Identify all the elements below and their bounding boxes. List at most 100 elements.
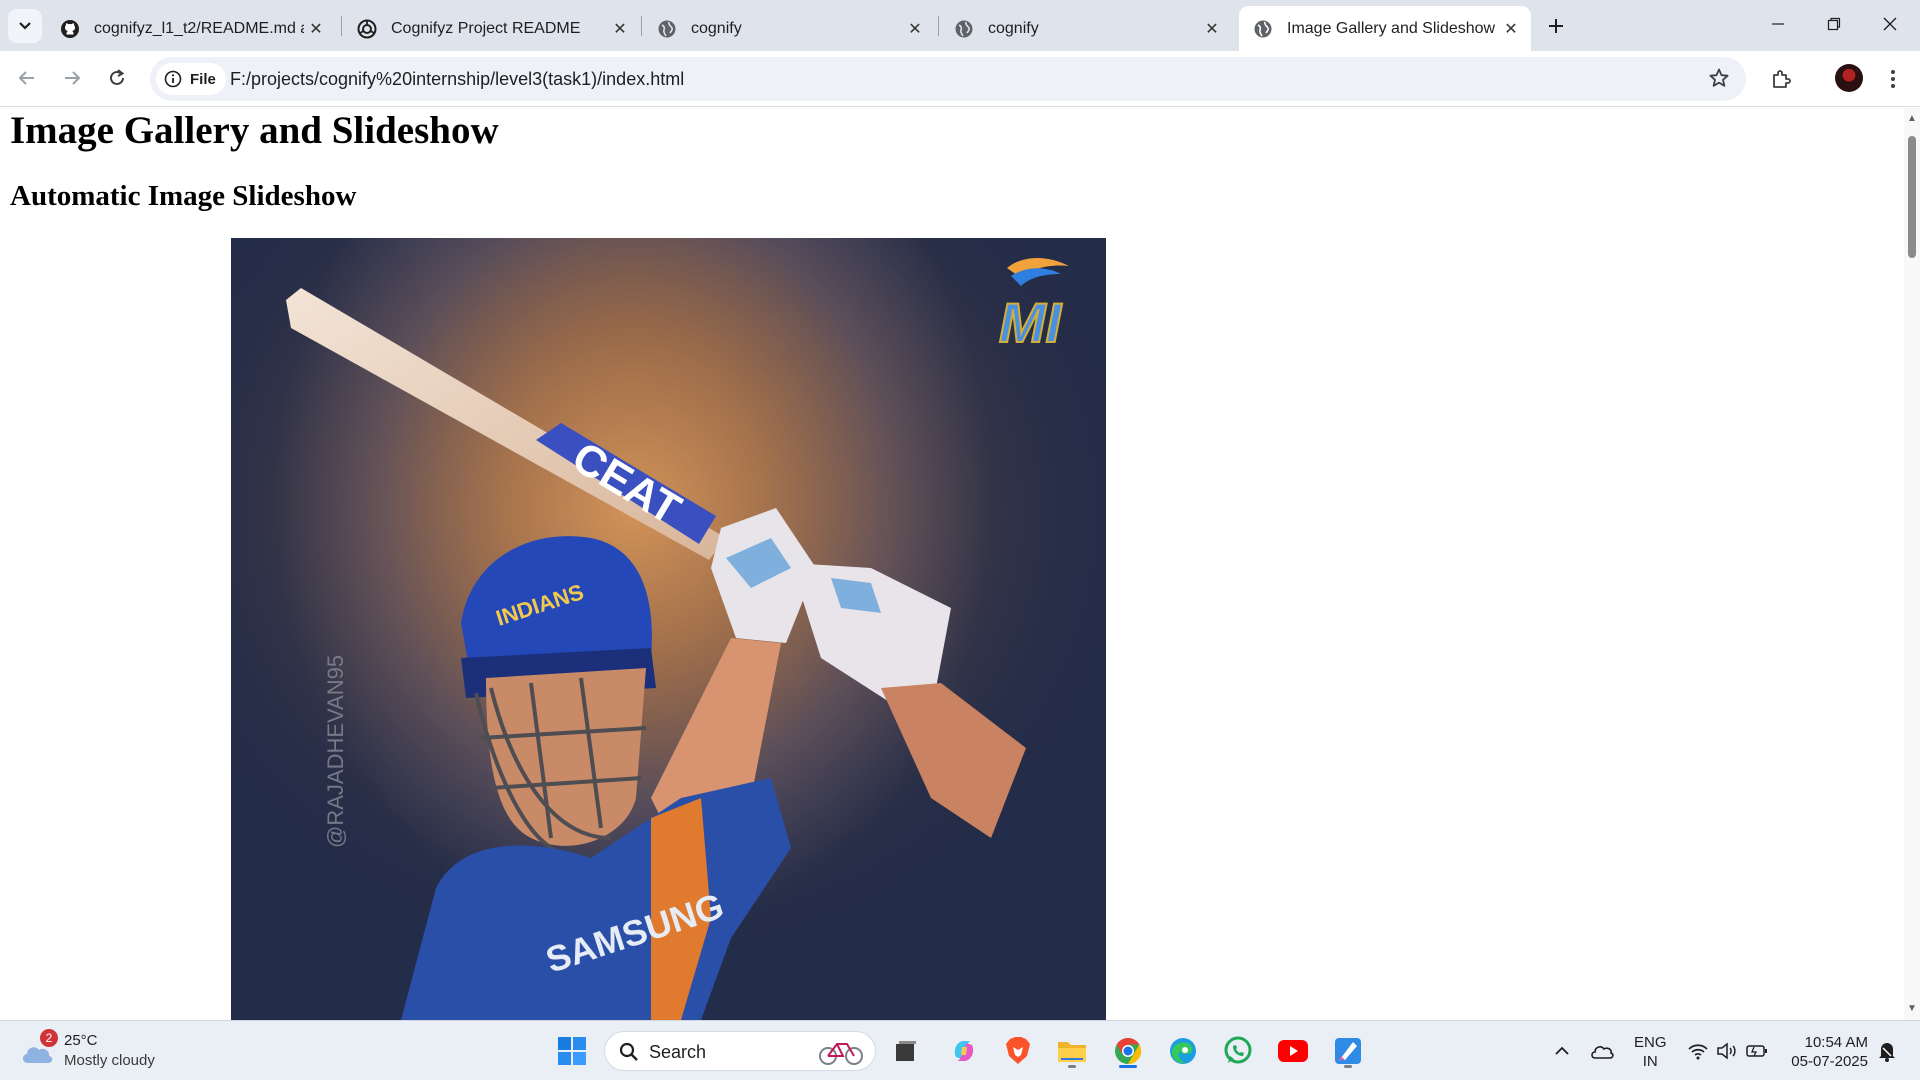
info-icon — [164, 70, 182, 88]
page-scrollbar[interactable]: ▲ ▼ — [1904, 108, 1920, 1020]
tab-cognify-1[interactable]: cognify ✕ — [643, 6, 935, 51]
tab-cognifyz-readme[interactable]: Cognifyz Project README ✕ — [343, 6, 640, 51]
youtube-icon — [1278, 1040, 1308, 1062]
tab-divider — [641, 16, 642, 36]
address-bar[interactable]: File F:/projects/cognify%20internship/le… — [150, 57, 1746, 101]
wifi-icon[interactable] — [1685, 1031, 1711, 1071]
file-explorer-button[interactable] — [1052, 1031, 1092, 1071]
profile-avatar[interactable] — [1835, 64, 1863, 92]
forward-button[interactable] — [54, 60, 90, 96]
globe-icon — [1253, 19, 1273, 39]
tab-title: cognifyz_l1_t2/README.md at m — [94, 19, 304, 37]
reload-icon — [110, 69, 125, 85]
onedrive-tray-icon[interactable] — [1588, 1031, 1616, 1071]
url-text[interactable]: F:/projects/cognify%20internship/level3(… — [230, 69, 684, 90]
windows-icon — [558, 1037, 586, 1065]
chevron-down-icon — [19, 22, 31, 30]
tab-github-readme[interactable]: cognifyz_l1_t2/README.md at m ✕ — [46, 6, 336, 51]
new-tab-button[interactable] — [1541, 11, 1571, 41]
page-viewport: Image Gallery and Slideshow Automatic Im… — [0, 108, 1904, 1020]
team-logo: MI — [999, 291, 1063, 354]
taskbar: 2 25°C Mostly cloudy Search ENG IN 10:54… — [0, 1020, 1920, 1080]
weather-widget[interactable]: 2 25°C Mostly cloudy — [20, 1029, 170, 1073]
weather-temperature: 25°C — [64, 1032, 98, 1049]
tab-cognify-2[interactable]: cognify ✕ — [940, 6, 1232, 51]
scroll-down-icon[interactable]: ▼ — [1907, 1004, 1917, 1014]
active-app-indicator — [1119, 1065, 1137, 1068]
tab-divider — [341, 16, 342, 36]
close-tab-icon[interactable]: ✕ — [608, 17, 632, 41]
whatsapp-button[interactable] — [1218, 1031, 1258, 1071]
notification-bell-icon[interactable] — [1874, 1031, 1900, 1071]
clock-date: 05-07-2025 — [1791, 1053, 1868, 1070]
youtube-button[interactable] — [1273, 1031, 1313, 1071]
chrome-button[interactable] — [1108, 1031, 1148, 1071]
back-button[interactable] — [9, 60, 45, 96]
scrollbar-thumb[interactable] — [1908, 136, 1916, 258]
site-info-chip[interactable]: File — [156, 63, 226, 95]
system-clock[interactable]: 10:54 AM 05-07-2025 — [1778, 1033, 1868, 1071]
section-heading: Automatic Image Slideshow — [10, 180, 357, 212]
globe-icon — [954, 19, 974, 39]
whatsapp-icon — [1224, 1036, 1252, 1064]
extensions-button[interactable] — [1763, 61, 1799, 97]
globe-icon — [657, 19, 677, 39]
minimize-icon — [1772, 23, 1784, 25]
chrome-icon — [1115, 1037, 1142, 1065]
puzzle-icon — [1773, 70, 1791, 88]
bookmark-star-icon[interactable] — [1708, 67, 1732, 91]
tab-divider — [938, 16, 939, 36]
scroll-up-icon[interactable]: ▲ — [1907, 114, 1917, 124]
tab-title: Cognifyz Project README — [391, 19, 581, 37]
paint-icon — [1335, 1038, 1361, 1064]
running-indicator — [1068, 1065, 1076, 1068]
language-indicator[interactable]: ENG IN — [1634, 1033, 1667, 1071]
edge-button[interactable] — [1163, 1031, 1203, 1071]
close-tab-icon[interactable]: ✕ — [1200, 17, 1224, 41]
tab-search-button[interactable] — [8, 9, 42, 43]
task-view-button[interactable] — [886, 1031, 926, 1071]
bicycle-icon — [819, 1043, 863, 1065]
chevron-up-icon — [1555, 1046, 1569, 1055]
reload-button[interactable] — [99, 60, 135, 96]
close-window-button[interactable] — [1862, 0, 1918, 48]
page-title: Image Gallery and Slideshow — [10, 109, 499, 152]
copilot-button[interactable] — [944, 1031, 984, 1071]
task-view-icon — [896, 1041, 916, 1061]
openai-icon — [357, 19, 377, 39]
taskbar-search[interactable]: Search — [604, 1031, 876, 1071]
start-button[interactable] — [552, 1031, 592, 1071]
tab-title: cognify — [691, 19, 742, 37]
menu-button[interactable] — [1875, 61, 1911, 97]
plus-icon — [1549, 19, 1563, 33]
tab-image-gallery[interactable]: Image Gallery and Slideshow ✕ — [1239, 6, 1531, 51]
region-code: IN — [1642, 1053, 1658, 1070]
site-chip-label: File — [190, 70, 216, 88]
github-icon — [60, 19, 80, 39]
tab-title: Image Gallery and Slideshow — [1287, 19, 1496, 37]
show-hidden-icons-button[interactable] — [1550, 1031, 1574, 1071]
restore-button[interactable] — [1806, 0, 1862, 48]
browser-toolbar: File F:/projects/cognify%20internship/le… — [0, 51, 1920, 107]
battery-icon[interactable] — [1744, 1031, 1770, 1071]
photo-watermark: @RAJADHEVAN95 — [323, 655, 348, 848]
close-tab-icon[interactable]: ✕ — [304, 17, 328, 41]
kebab-menu-icon — [1891, 70, 1895, 88]
brave-icon — [1006, 1037, 1030, 1064]
volume-icon[interactable] — [1714, 1031, 1740, 1071]
cricketer-photo: CEAT SAMSUNG INDIANS @RAJADHEVAN95 MI — [231, 238, 1106, 1020]
weather-alert-badge: 2 — [40, 1029, 58, 1047]
restore-icon — [1827, 17, 1841, 31]
tab-strip: cognifyz_l1_t2/README.md at m ✕ Cognifyz… — [0, 0, 1920, 51]
edge-icon — [1170, 1038, 1196, 1064]
close-tab-icon[interactable]: ✕ — [903, 17, 927, 41]
paint-button[interactable] — [1328, 1031, 1368, 1071]
close-tab-icon[interactable]: ✕ — [1499, 17, 1523, 41]
arrow-right-icon — [65, 71, 81, 85]
minimize-button[interactable] — [1750, 0, 1806, 48]
arrow-left-icon — [18, 71, 34, 85]
tab-title: cognify — [988, 19, 1039, 37]
file-explorer-icon — [1058, 1042, 1086, 1062]
brave-button[interactable] — [998, 1031, 1038, 1071]
copilot-icon — [954, 1041, 974, 1061]
